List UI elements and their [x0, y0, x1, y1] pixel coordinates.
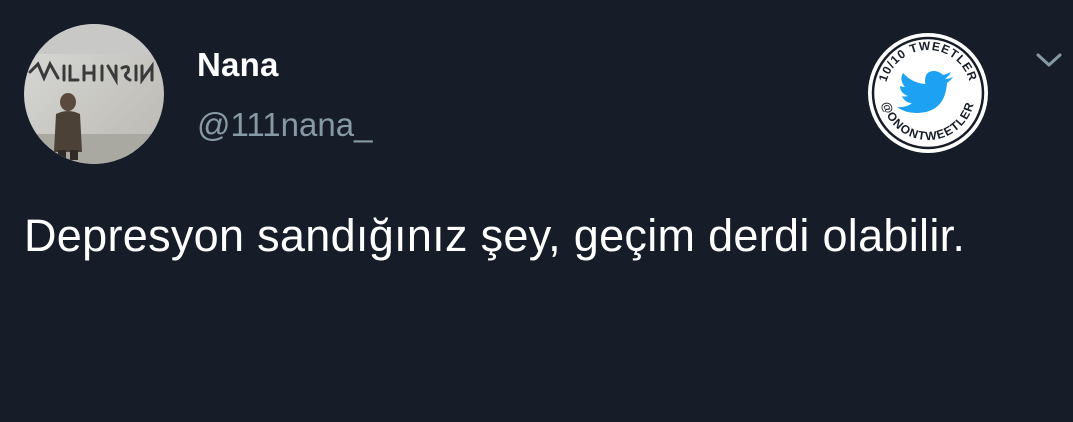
tweet-card: Nana @111nana_ 10/10 TWEETLER @ONONTWEET… — [0, 0, 1073, 422]
author-handle[interactable]: @111nana_ — [197, 106, 372, 144]
watermark-badge: 10/10 TWEETLER @ONONTWEETLER — [865, 30, 991, 156]
twitter-bird-icon: 10/10 TWEETLER @ONONTWEETLER — [868, 33, 988, 153]
avatar-photo-icon — [24, 24, 164, 164]
chevron-down-icon[interactable] — [1032, 48, 1066, 72]
author-display-name[interactable]: Nana — [197, 46, 279, 84]
avatar[interactable] — [24, 24, 164, 164]
tweet-text: Depresyon sandığınız şey, geçim derdi ol… — [24, 210, 966, 261]
